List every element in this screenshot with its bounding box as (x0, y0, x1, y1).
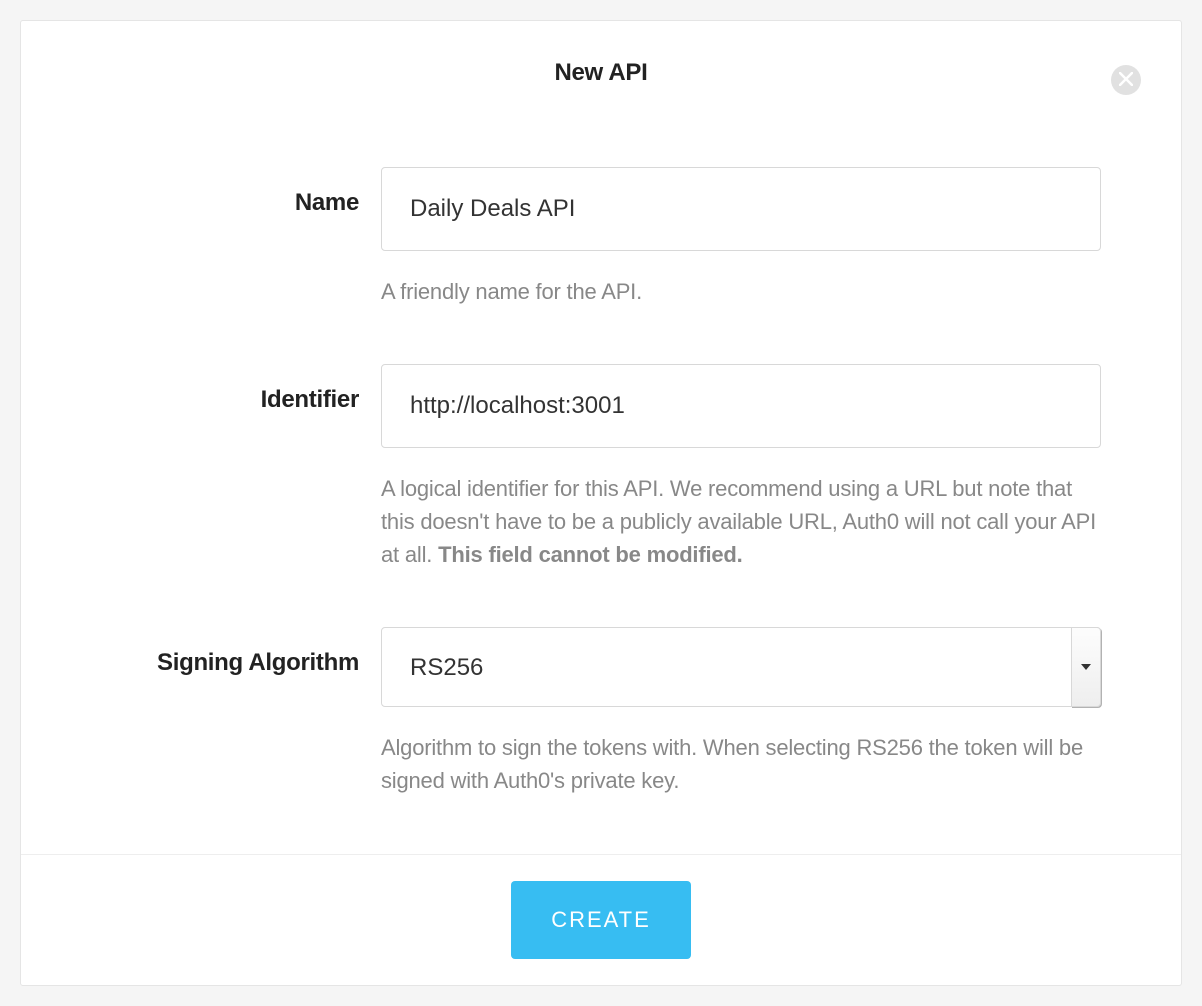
identifier-input[interactable] (381, 364, 1101, 448)
form-row-identifier: Identifier A logical identifier for this… (101, 364, 1101, 571)
modal-body: Name A friendly name for the API. Identi… (21, 107, 1181, 854)
close-icon (1119, 72, 1133, 89)
modal-header: New API (21, 21, 1181, 107)
name-input[interactable] (381, 167, 1101, 251)
form-row-signing-algorithm: Signing Algorithm RS256 Algorithm to sig… (101, 627, 1101, 797)
name-help-text: A friendly name for the API. (381, 275, 1101, 308)
identifier-label: Identifier (261, 386, 359, 413)
modal-footer: CREATE (21, 854, 1181, 985)
create-button[interactable]: CREATE (511, 881, 691, 959)
modal-title: New API (61, 59, 1141, 87)
signing-algorithm-select[interactable]: RS256 (381, 627, 1101, 707)
signing-algorithm-select-wrapper: RS256 (381, 627, 1101, 707)
signing-algorithm-help-text: Algorithm to sign the tokens with. When … (381, 731, 1101, 797)
identifier-help-text: A logical identifier for this API. We re… (381, 472, 1101, 571)
name-label: Name (295, 189, 359, 216)
form-row-name: Name A friendly name for the API. (101, 167, 1101, 308)
new-api-modal: New API Name A friendly name for the API… (20, 20, 1182, 986)
close-button[interactable] (1111, 65, 1141, 95)
signing-algorithm-label: Signing Algorithm (157, 649, 359, 676)
